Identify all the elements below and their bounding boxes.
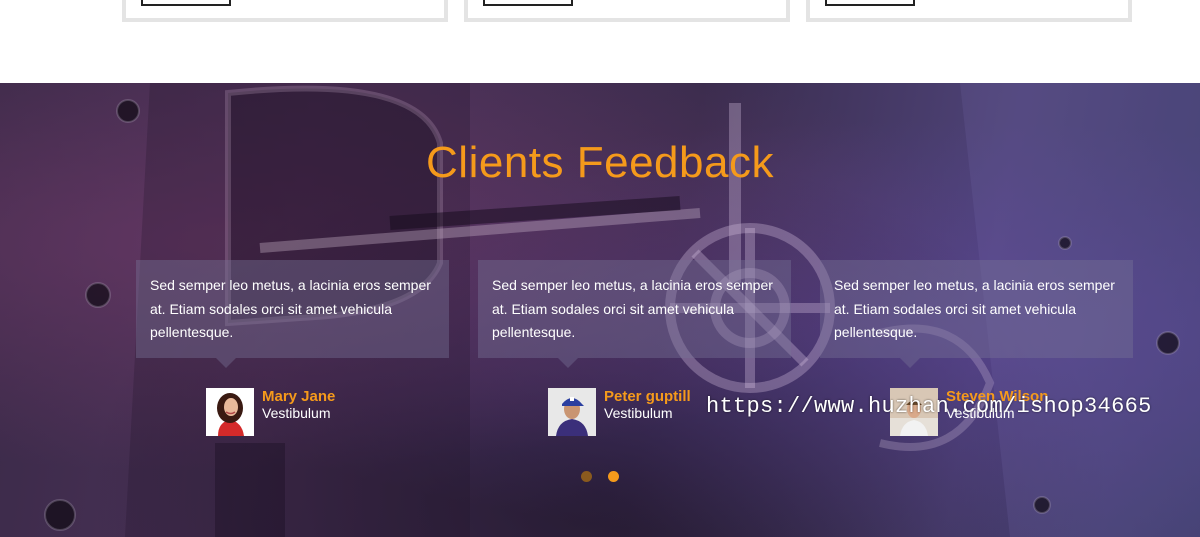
top-card-1 [122, 0, 448, 22]
testimonial-quote: Sed semper leo metus, a lacinia eros sem… [478, 260, 791, 368]
avatar [206, 388, 254, 436]
top-cards-row [0, 0, 1200, 83]
watermark-text: https://www.huzhan.com/ishop34665 [706, 394, 1152, 419]
carousel-dot-2-active[interactable] [608, 471, 619, 482]
clients-feedback-section: Clients Feedback Sed semper leo metus, a… [0, 83, 1200, 537]
top-card-2 [464, 0, 790, 22]
section-title: Clients Feedback [426, 138, 774, 187]
avatar [548, 388, 596, 436]
testimonial-card: Sed semper leo metus, a lacinia eros sem… [136, 260, 449, 436]
author-name[interactable]: Peter guptill [604, 388, 691, 405]
testimonial-quote: Sed semper leo metus, a lacinia eros sem… [136, 260, 449, 368]
card-button-2[interactable] [483, 0, 573, 6]
author-name[interactable]: Mary Jane [262, 388, 335, 405]
testimonial-quote: Sed semper leo metus, a lacinia eros sem… [820, 260, 1133, 368]
carousel-dot-1[interactable] [581, 471, 592, 482]
carousel-pagination [0, 471, 1200, 482]
author-role: Vestibulum [604, 405, 673, 421]
top-card-3 [806, 0, 1132, 22]
card-button-3[interactable] [825, 0, 915, 6]
author-role: Vestibulum [262, 405, 331, 421]
testimonial-author: Mary Jane Vestibulum [206, 388, 449, 436]
card-button-1[interactable] [141, 0, 231, 6]
